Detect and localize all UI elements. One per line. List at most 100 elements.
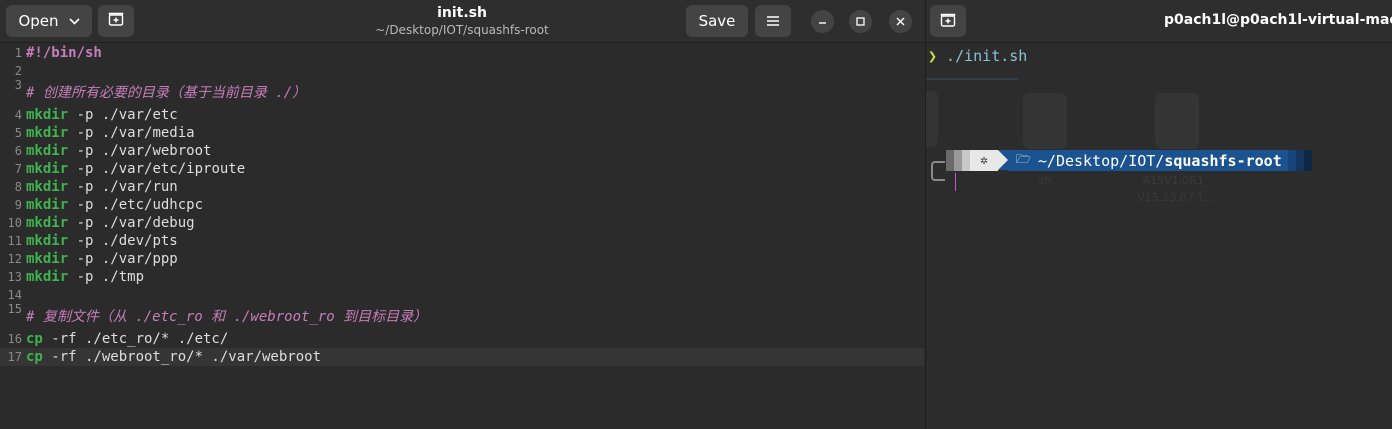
desktop-folder-icon bbox=[926, 91, 938, 147]
code-argument: -rf ./etc_ro/* ./etc/ bbox=[42, 331, 229, 347]
code-text: mkdir -p ./etc/udhcpc bbox=[26, 196, 203, 214]
code-line[interactable]: 13 mkdir -p ./tmp bbox=[0, 268, 924, 286]
code-argument: -p ./var/etc/iproute bbox=[68, 161, 246, 177]
code-text: mkdir -p ./var/media bbox=[26, 124, 195, 142]
code-text: mkdir -p ./var/debug bbox=[26, 214, 195, 232]
prompt-fade-segment bbox=[1295, 150, 1304, 171]
code-line[interactable]: 3 # 创建所有必要的目录（基于当前目录 ./） bbox=[0, 78, 924, 106]
code-text: mkdir -p ./var/run bbox=[26, 178, 178, 196]
save-button[interactable]: Save bbox=[686, 5, 748, 37]
code-argument: -p ./var/media bbox=[68, 125, 195, 141]
line-number: 12 bbox=[7, 252, 22, 266]
code-keyword: cp bbox=[26, 331, 43, 347]
code-text: mkdir -p ./var/webroot bbox=[26, 142, 211, 160]
line-number: 4 bbox=[14, 108, 22, 122]
code-line[interactable]: 14 bbox=[0, 286, 924, 304]
desktop-icon-label: sh bbox=[1038, 174, 1052, 187]
document-title-area: init.sh ~/Desktop/IOT/squashfs-root bbox=[320, 5, 604, 38]
code-argument: -p ./var/ppp bbox=[68, 251, 178, 267]
code-line[interactable]: 15 # 复制文件（从 ./etc_ro 和 ./webroot_ro 到目标目录… bbox=[0, 302, 924, 330]
code-text: # 复制文件（从 ./etc_ro 和 ./webroot_ro 到目标目录） bbox=[26, 308, 427, 326]
code-line[interactable]: 5 mkdir -p ./var/media bbox=[0, 124, 924, 142]
command-divider bbox=[926, 78, 1018, 80]
folder-open-icon: 🗁 bbox=[1016, 152, 1031, 166]
open-button[interactable]: Open bbox=[6, 5, 92, 37]
powerline-separator bbox=[998, 150, 1008, 170]
chevron-down-icon bbox=[68, 15, 80, 28]
code-text: cp -rf ./etc_ro/* ./etc/ bbox=[26, 330, 228, 348]
line-number: 13 bbox=[7, 270, 22, 284]
code-line[interactable]: 2 bbox=[0, 62, 924, 80]
terminal-output[interactable]: sh A15V1.0R1_ V15.13.07.1... ❯ ./init.sh… bbox=[926, 43, 1392, 429]
line-number: 15 bbox=[7, 302, 22, 316]
code-text: mkdir -p ./var/etc/iproute bbox=[26, 160, 245, 178]
new-tab-icon bbox=[940, 12, 956, 31]
code-keyword: mkdir bbox=[26, 125, 69, 141]
code-argument: -p ./var/etc bbox=[68, 107, 178, 123]
minimize-button[interactable] bbox=[811, 10, 834, 33]
code-argument: -p ./var/webroot bbox=[68, 143, 212, 159]
code-line[interactable]: 11 mkdir -p ./dev/pts bbox=[0, 232, 924, 250]
code-keyword: mkdir bbox=[26, 233, 69, 249]
main-menu-button[interactable] bbox=[755, 5, 791, 37]
close-button[interactable] bbox=[889, 10, 912, 33]
code-keyword: mkdir bbox=[26, 107, 69, 123]
line-number: 1 bbox=[14, 46, 22, 60]
new-terminal-tab-button[interactable] bbox=[930, 5, 966, 37]
code-text: #!/bin/sh bbox=[26, 44, 102, 62]
code-editor-area[interactable]: 1 #!/bin/sh 2 3 # 创建所有必要的目录（基于当前目录 ./） 4 mkdir… bbox=[0, 44, 924, 366]
desktop-archive-file-icon bbox=[1155, 93, 1199, 149]
terminal-window: p0ach1l@p0ach1l-virtual-machin sh A15V1.… bbox=[925, 0, 1392, 429]
line-number: 3 bbox=[14, 78, 22, 92]
terminal-title: p0ach1l@p0ach1l-virtual-machin bbox=[1164, 12, 1392, 28]
line-number: 8 bbox=[14, 180, 22, 194]
code-line[interactable]: 1 #!/bin/sh bbox=[0, 44, 924, 62]
code-text: # 创建所有必要的目录（基于当前目录 ./） bbox=[26, 84, 306, 102]
terminal-header-bar: p0ach1l@p0ach1l-virtual-machin bbox=[926, 0, 1392, 43]
minimize-icon bbox=[818, 16, 827, 28]
code-text: mkdir -p ./var/ppp bbox=[26, 250, 178, 268]
code-line[interactable]: 12 mkdir -p ./var/ppp bbox=[0, 250, 924, 268]
line-number: 17 bbox=[7, 350, 22, 364]
code-keyword: mkdir bbox=[26, 215, 69, 231]
code-line[interactable]: 16 cp -rf ./etc_ro/* ./etc/ bbox=[0, 330, 924, 348]
new-document-button[interactable] bbox=[98, 5, 134, 37]
ubuntu-logo-icon: ✲ bbox=[970, 150, 998, 171]
prompt-path-dir: squashfs-root bbox=[1164, 151, 1282, 170]
code-line[interactable]: 6 mkdir -p ./var/webroot bbox=[0, 142, 924, 160]
line-number: 16 bbox=[7, 332, 22, 346]
code-keyword: mkdir bbox=[26, 161, 69, 177]
code-line[interactable]: 7 mkdir -p ./var/etc/iproute bbox=[0, 160, 924, 178]
code-argument: -p ./tmp bbox=[68, 269, 145, 285]
line-number: 10 bbox=[7, 216, 22, 230]
prompt-arrow-icon: ❯ bbox=[928, 47, 938, 65]
code-text: mkdir -p ./var/etc bbox=[26, 106, 178, 124]
maximize-icon bbox=[856, 16, 865, 28]
desktop-icon-label: A15V1.0R1_ bbox=[1142, 174, 1210, 187]
text-cursor bbox=[955, 173, 956, 191]
line-number: 7 bbox=[14, 162, 22, 176]
maximize-button[interactable] bbox=[849, 10, 872, 33]
code-keyword: mkdir bbox=[26, 251, 69, 267]
open-button-label: Open bbox=[18, 12, 59, 30]
code-shebang: #!/bin/sh bbox=[26, 45, 102, 61]
command-text: ./init.sh bbox=[937, 47, 1028, 65]
code-line[interactable]: 4 mkdir -p ./var/etc bbox=[0, 106, 924, 124]
powerline-prompt: ✲ 🗁 ~/Desktop/IOT/squashfs-root bbox=[946, 150, 1312, 171]
code-line[interactable]: 8 mkdir -p ./var/run bbox=[0, 178, 924, 196]
prompt-fade-segment bbox=[962, 150, 970, 171]
previous-command: ❯ ./init.sh bbox=[928, 47, 1027, 65]
prompt-path-prefix: ~/Desktop/IOT/ bbox=[1037, 151, 1165, 170]
code-keyword: mkdir bbox=[26, 197, 69, 213]
desktop-script-file-icon bbox=[1023, 93, 1067, 149]
code-text: mkdir -p ./dev/pts bbox=[26, 232, 178, 250]
code-line[interactable]: 10 mkdir -p ./var/debug bbox=[0, 214, 924, 232]
code-line[interactable]: 9 mkdir -p ./etc/udhcpc bbox=[0, 196, 924, 214]
code-keyword: mkdir bbox=[26, 269, 69, 285]
code-line[interactable]: 17 cp -rf ./webroot_ro/* ./var/webroot bbox=[0, 348, 924, 366]
document-path: ~/Desktop/IOT/squashfs-root bbox=[375, 23, 549, 37]
prompt-fade-segment bbox=[1303, 150, 1312, 171]
prompt-fade-segment bbox=[954, 150, 962, 171]
prompt-path: 🗁 ~/Desktop/IOT/squashfs-root bbox=[1008, 150, 1288, 171]
code-argument: -p ./dev/pts bbox=[68, 233, 178, 249]
